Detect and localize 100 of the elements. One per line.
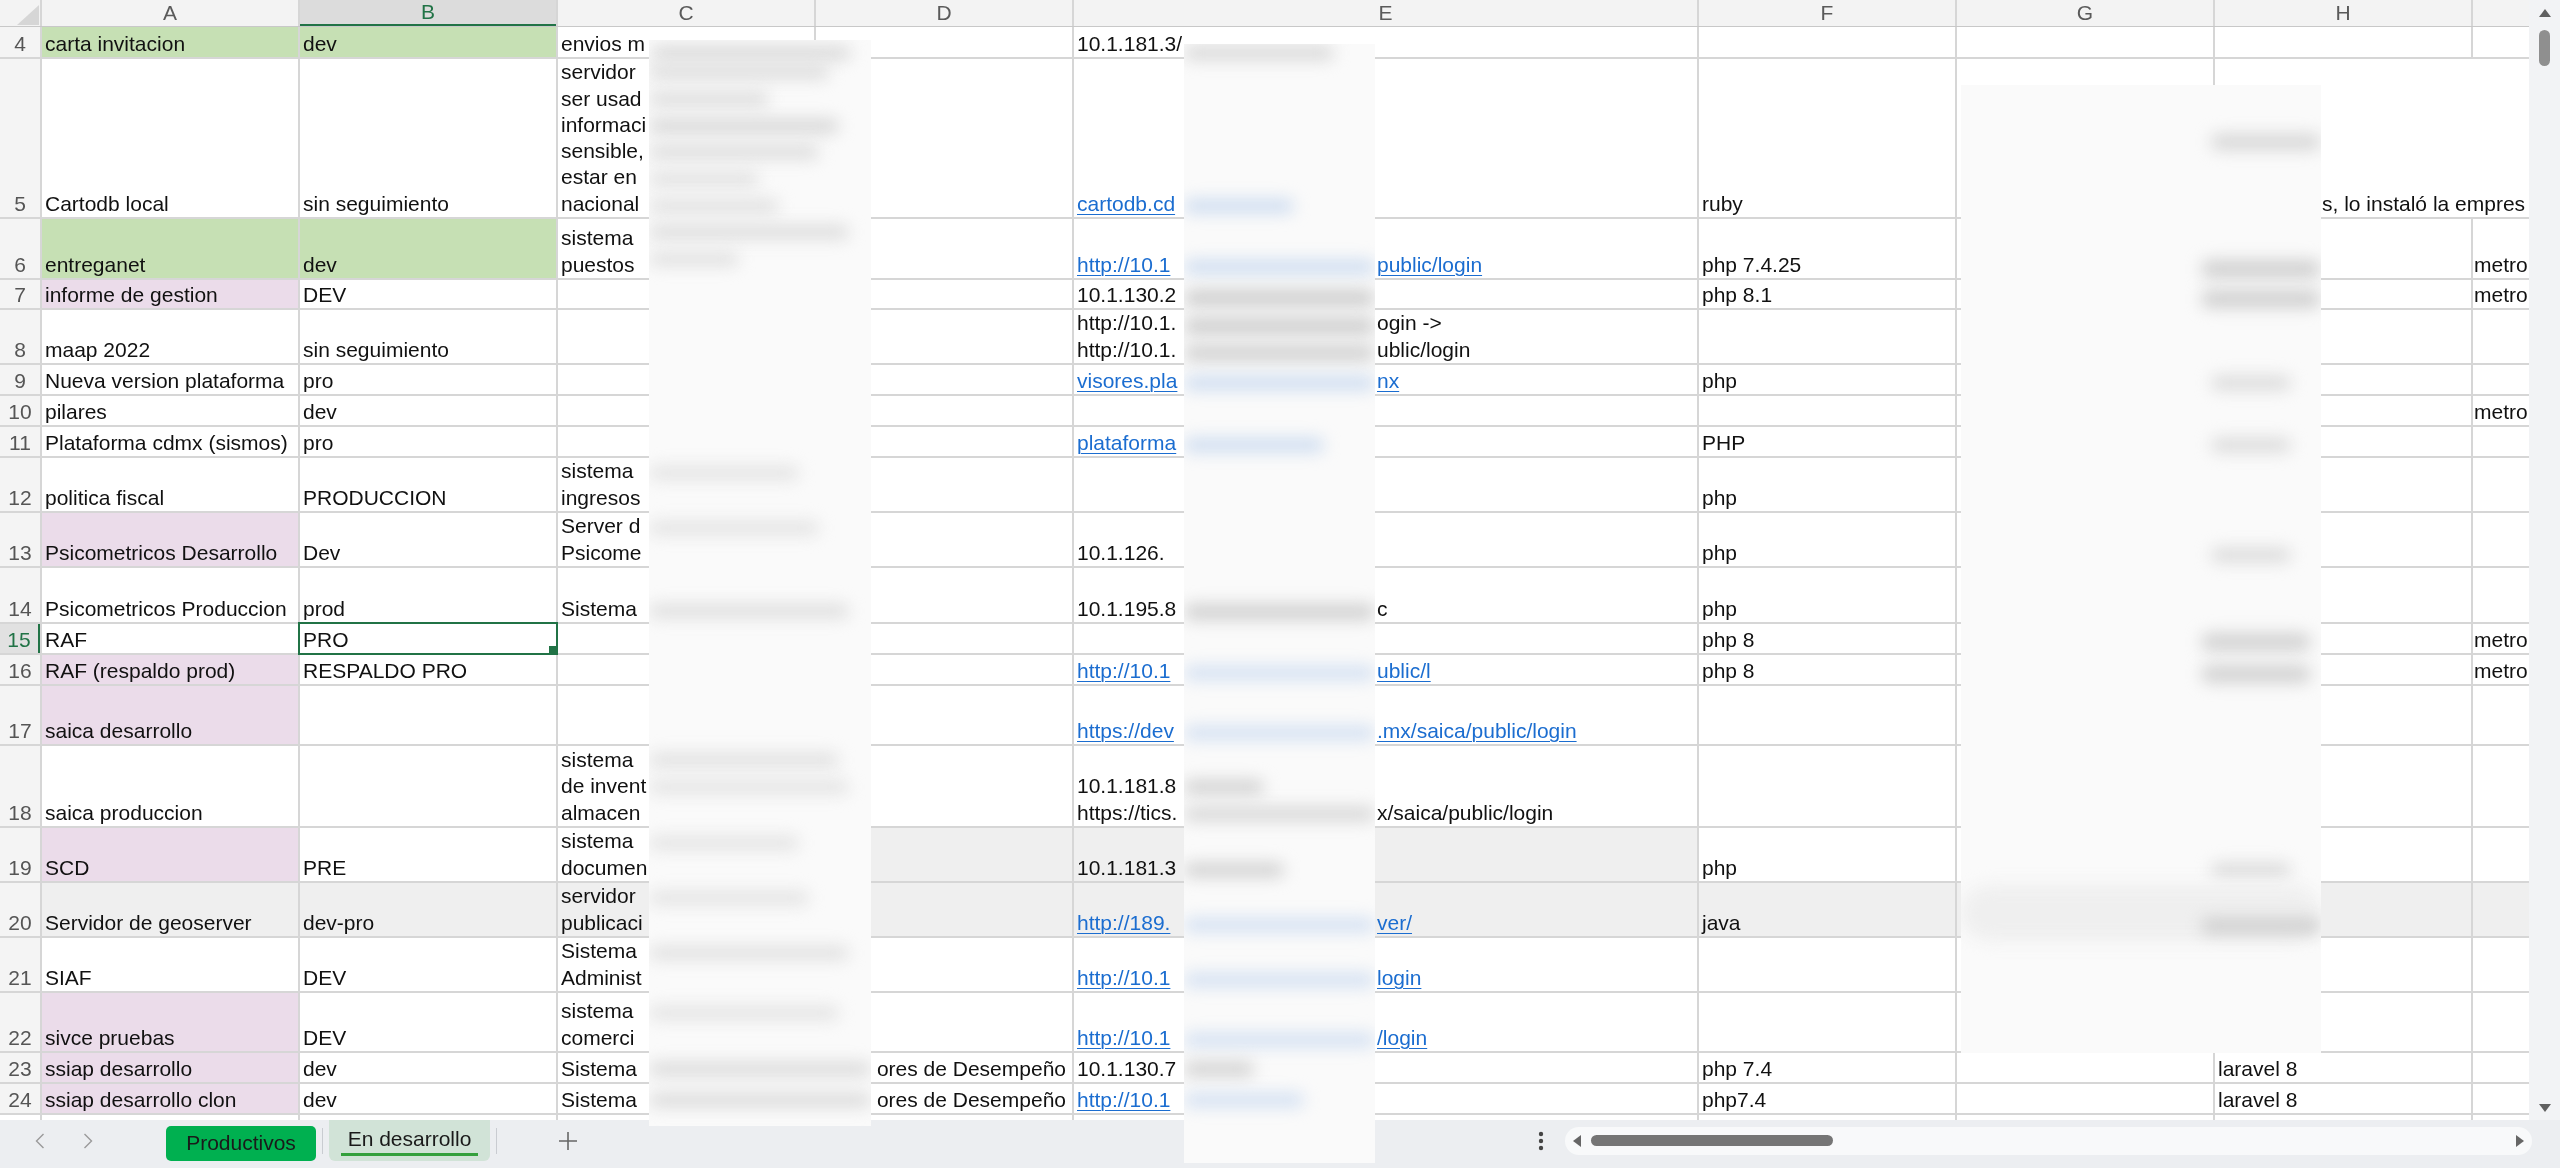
- square-handle-icon[interactable]: [549, 646, 556, 653]
- cell-text: entreganet: [45, 251, 146, 278]
- cell-link[interactable]: plataforma: [1077, 429, 1177, 456]
- cell-text: sin seguimiento: [303, 190, 449, 217]
- cell-text: Server d Psicome: [561, 513, 642, 566]
- column-header[interactable]: E: [1074, 0, 1697, 26]
- row-number[interactable]: 5: [0, 59, 40, 217]
- cell-text: carta invitacion: [45, 30, 186, 57]
- cell-text: dev: [303, 1086, 337, 1113]
- cell-text: sistema comerci: [561, 998, 635, 1051]
- row-number[interactable]: 16: [0, 655, 40, 684]
- cell-link[interactable]: http://10.1: [1077, 964, 1171, 991]
- cell-link[interactable]: login: [1377, 964, 1422, 991]
- row-number[interactable]: 14: [0, 568, 40, 622]
- cell-text: php: [1702, 367, 1738, 394]
- row-number[interactable]: 19: [0, 828, 40, 881]
- plus-icon[interactable]: [559, 1131, 577, 1150]
- cell-text: PHP: [1702, 429, 1746, 456]
- chevron-right-icon[interactable]: [83, 1132, 93, 1149]
- column-header[interactable]: D: [816, 0, 1072, 26]
- column-header[interactable]: G: [1957, 0, 2213, 26]
- row-number[interactable]: 18: [0, 746, 40, 826]
- triangle-right-icon[interactable]: [2516, 1134, 2524, 1147]
- row-number[interactable]: 7: [0, 280, 40, 308]
- scrollbar-thumb[interactable]: [2539, 30, 2550, 66]
- column-header[interactable]: H: [2215, 0, 2471, 26]
- cell-link[interactable]: http://10.1: [1077, 251, 1171, 278]
- cell-text: ores de Desempeño: [876, 1086, 1066, 1113]
- row-number[interactable]: 15: [0, 624, 40, 653]
- triangle-down-icon[interactable]: [2538, 1104, 2551, 1112]
- cell-text: metro: [2474, 281, 2528, 308]
- row-number[interactable]: 22: [0, 993, 40, 1051]
- cell-link[interactable]: http://10.1: [1077, 657, 1171, 684]
- row-number[interactable]: 10: [0, 396, 40, 425]
- cell-text: Sistema: [561, 1086, 637, 1113]
- cell-link[interactable]: http://10.1: [1077, 1024, 1171, 1051]
- cell-link[interactable]: /login: [1377, 1024, 1428, 1051]
- sheet-tab[interactable]: Productivos: [166, 1126, 316, 1161]
- column-header[interactable]: C: [558, 0, 814, 26]
- cell-text: Dev: [303, 539, 341, 566]
- cell-text: x/saica/public/login: [1377, 799, 1554, 826]
- cell-link[interactable]: http://10.1: [1077, 1086, 1171, 1113]
- sheet-tab[interactable]: En desarrollo: [329, 1120, 490, 1161]
- selected-cell[interactable]: PRO: [300, 624, 556, 653]
- row-number[interactable]: 6: [0, 219, 40, 278]
- cell-text: RAF: [45, 626, 87, 653]
- row-number[interactable]: 11: [0, 427, 40, 456]
- cell-text: Sistema: [561, 595, 637, 622]
- cell-text: sin seguimiento: [303, 336, 449, 363]
- cell-text: php 7.4.25: [1702, 251, 1802, 278]
- cell-text: Psicometricos Desarrollo: [45, 539, 278, 566]
- row-number[interactable]: 8: [0, 310, 40, 363]
- cell-text: php7.4: [1702, 1086, 1767, 1113]
- cell-text: metro: [2474, 251, 2528, 278]
- cell-text: 10.1.181.8 https://tics.: [1077, 773, 1178, 826]
- scrollbar-thumb[interactable]: [1591, 1135, 1833, 1146]
- row-number[interactable]: 21: [0, 938, 40, 991]
- cell-text: dev-pro: [303, 909, 375, 936]
- row-number[interactable]: 17: [0, 686, 40, 744]
- cell-text: saica produccion: [45, 799, 203, 826]
- cell-text: Servidor de geoserver: [45, 909, 252, 936]
- cell-link[interactable]: visores.pla: [1077, 367, 1178, 394]
- triangle-up-icon[interactable]: [2538, 9, 2551, 17]
- cell-link[interactable]: public/login: [1377, 251, 1483, 278]
- cell-text: 10.1.195.8: [1077, 595, 1177, 622]
- cell-text: Plataforma cdmx (sismos): [45, 429, 288, 456]
- cell-link[interactable]: cartodb.cd: [1077, 190, 1176, 217]
- row-number[interactable]: 13: [0, 513, 40, 566]
- cell-text: RAF (respaldo prod): [45, 657, 236, 684]
- chevron-left-icon[interactable]: [35, 1132, 45, 1149]
- cell-text: PRE: [303, 854, 347, 881]
- row-number[interactable]: 12: [0, 458, 40, 511]
- column-header[interactable]: B: [300, 0, 556, 26]
- cell-text: dev: [303, 398, 337, 425]
- column-header[interactable]: A: [42, 0, 298, 26]
- row-number[interactable]: 24: [0, 1084, 40, 1113]
- cell-text: ssiap desarrollo: [45, 1055, 193, 1082]
- cell-link[interactable]: .mx/saica/public/login: [1377, 717, 1577, 744]
- cell-link[interactable]: ublic/l: [1377, 657, 1431, 684]
- row-number[interactable]: 9: [0, 365, 40, 394]
- column-header[interactable]: F: [1699, 0, 1955, 26]
- cell-link[interactable]: https://dev: [1077, 717, 1174, 744]
- horizontal-scrollbar[interactable]: [1565, 1126, 2532, 1155]
- cell-link[interactable]: ver/: [1377, 909, 1412, 936]
- cell-text: maap 2022: [45, 336, 151, 363]
- cell-text: servidor ser usad informaci sensible, estar en nacional: [561, 59, 647, 217]
- vertical-dots-icon[interactable]: [1538, 1130, 1544, 1151]
- cell-text: ores de Desempeño: [876, 1055, 1066, 1082]
- row-number[interactable]: 4: [0, 27, 40, 57]
- cell-text: metro: [2474, 626, 2528, 653]
- cell-text: pilares: [45, 398, 107, 425]
- triangle-left-icon[interactable]: [1573, 1134, 1581, 1147]
- vertical-scrollbar[interactable]: [2529, 0, 2560, 1120]
- cell-link[interactable]: nx: [1377, 367, 1400, 394]
- cell-text: sistema puestos: [561, 225, 635, 278]
- cell-link[interactable]: http://189.: [1077, 909, 1171, 936]
- cell-text: sistema ingresos: [561, 458, 641, 511]
- row-number[interactable]: 20: [0, 883, 40, 936]
- cell-text: 10.1.126.: [1077, 539, 1165, 566]
- row-number[interactable]: 23: [0, 1053, 40, 1082]
